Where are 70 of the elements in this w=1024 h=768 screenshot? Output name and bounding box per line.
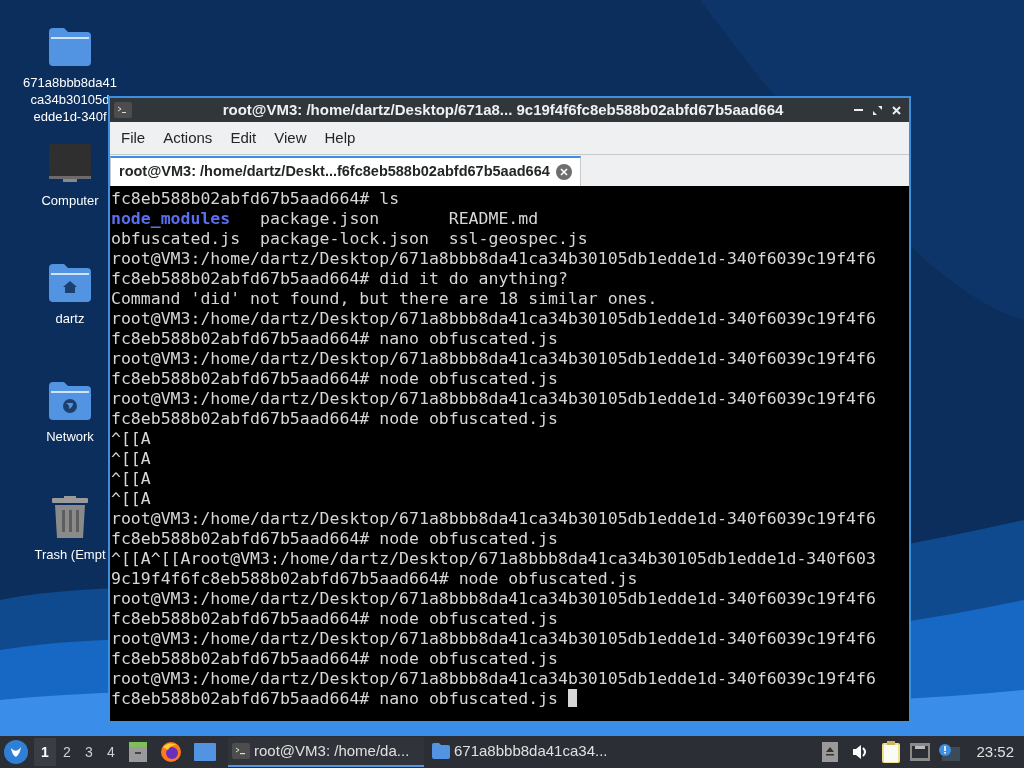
terminal-line: root@VM3:/home/dartz/Desktop/671a8bbb8da41ca34b30105db1edde1d-340f6039c19f4f6 — [111, 509, 876, 529]
network-port-icon[interactable] — [910, 743, 931, 761]
file-name: README.md — [448, 209, 540, 229]
terminal-line: ^[[A — [111, 429, 151, 449]
trash-icon — [52, 496, 88, 538]
menu-item[interactable]: View — [265, 126, 316, 150]
terminal-icon — [114, 102, 132, 118]
maximize-icon[interactable] — [873, 105, 882, 115]
tab[interactable]: root@VM3: /home/dartz/Deskt...f6fc8eb588b02abfd67b5aad664 — [110, 156, 581, 186]
workspace-button[interactable]: 1 — [34, 738, 56, 766]
terminal-line: fc8eb588b02abfd67b5aad664# node obfuscated.js — [111, 369, 559, 389]
directory-name: node_modules — [111, 209, 232, 229]
file-cabinet-icon[interactable] — [128, 742, 148, 762]
volume-icon[interactable] — [852, 744, 869, 760]
workspace-button[interactable]: 4 — [100, 738, 122, 766]
terminal-line: fc8eb588b02abfd67b5aad664# ls — [111, 189, 400, 209]
terminal-line: fc8eb588b02abfd67b5aad664# did it do anything? — [111, 269, 568, 289]
close-icon[interactable] — [892, 105, 901, 115]
menu-item[interactable]: File — [112, 126, 155, 150]
icon-label: dartz — [55, 310, 85, 327]
browser-icon[interactable] — [160, 741, 182, 763]
menu-item[interactable]: Help — [315, 126, 365, 150]
menu-item[interactable]: Actions — [154, 126, 222, 150]
terminal-line: fc8eb588b02abfd67b5aad664# node obfuscated.js — [111, 649, 559, 669]
notification-icon[interactable] — [938, 743, 961, 761]
menu-item[interactable]: Edit — [221, 126, 266, 150]
terminal-line: 9c19f4f6fc8eb588b02abfd67b5aad664# node obfuscated.js — [111, 569, 638, 589]
workspace-button[interactable]: 2 — [56, 738, 78, 766]
start-menu-icon[interactable] — [4, 740, 28, 764]
taskbar-task[interactable]: root@VM3: /home/da... — [228, 737, 424, 767]
workspace-button[interactable]: 3 — [78, 738, 100, 766]
icon-label: 671a8bbb8da41 — [23, 74, 117, 91]
icon-label: Computer — [41, 192, 99, 209]
terminal-line: ^[[A — [111, 449, 151, 469]
file-name: package.json — [260, 209, 381, 229]
clipboard-icon[interactable] — [882, 741, 901, 763]
terminal-line: ^[[A — [111, 489, 151, 509]
home-folder-icon — [49, 264, 91, 302]
terminal-line: Command 'did' not found, but there are 18 similar ones. — [111, 289, 658, 309]
terminal-line: root@VM3:/home/dartz/Desktop/671a8bbb8da41ca34b30105db1edde1d-340f6039c19f4f6 — [111, 629, 876, 649]
icon-label: Network — [46, 428, 94, 445]
terminal-line: ^[[A^[[Aroot@VM3:/home/dartz/Desktop/671a8bbb8da41ca34b30105db1edde1d-340f603 — [111, 549, 876, 569]
terminal-line: fc8eb588b02abfd67b5aad664# node obfuscated.js — [111, 609, 559, 629]
icon-label: Trash (Empt — [34, 546, 106, 563]
folder-icon — [432, 743, 450, 759]
terminal-line: root@VM3:/home/dartz/Desktop/671a8bbb8da41ca34b30105db1edde1d-340f6039c19f4f6 — [111, 669, 876, 689]
window-title: root@VM3: /home/dartz/Desktop/671a8... 9c19f4f6fc8eb588b02abfd67b5aad664 — [221, 99, 785, 120]
close-tab-icon[interactable] — [555, 164, 572, 180]
file-name: package-lock.json — [260, 229, 430, 249]
network-folder-icon — [49, 382, 91, 420]
file-name: obfuscated.js — [111, 229, 242, 249]
terminal-line: ^[[A — [111, 469, 151, 489]
clock: 23:52 — [976, 741, 1014, 762]
file-name: ssl-geospec.js — [448, 229, 589, 249]
taskbar-task[interactable]: 671a8bbb8da41ca34... — [428, 737, 624, 767]
terminal-line: root@VM3:/home/dartz/Desktop/671a8bbb8da41ca34b30105db1edde1d-340f6039c19f4f6 — [111, 349, 876, 369]
terminal-line: root@VM3:/home/dartz/Desktop/671a8bbb8da41ca34b30105db1edde1d-340f6039c19f4f6 — [111, 309, 876, 329]
terminal-line: fc8eb588b02abfd67b5aad664# nano obfuscated.js — [111, 329, 559, 349]
eject-icon[interactable] — [822, 742, 839, 762]
terminal-line: fc8eb588b02abfd67b5aad664# nano obfuscated.js — [111, 689, 560, 709]
terminal-line: root@VM3:/home/dartz/Desktop/671a8bbb8da41ca34b30105db1edde1d-340f6039c19f4f6 — [111, 389, 876, 409]
icon-label: edde1d-340f — [33, 108, 107, 125]
terminal-line: fc8eb588b02abfd67b5aad664# node obfuscated.js — [111, 409, 559, 429]
monitor-icon — [49, 144, 91, 184]
folder-icon — [49, 28, 91, 66]
terminal-line: root@VM3:/home/dartz/Desktop/671a8bbb8da41ca34b30105db1edde1d-340f6039c19f4f6 — [111, 249, 876, 269]
terminal-icon — [232, 743, 250, 759]
terminal-line: root@VM3:/home/dartz/Desktop/671a8bbb8da41ca34b30105db1edde1d-340f6039c19f4f6 — [111, 589, 876, 609]
terminal-line: fc8eb588b02abfd67b5aad664# node obfuscated.js — [111, 529, 559, 549]
icon-label: ca34b30105d — [30, 91, 110, 108]
